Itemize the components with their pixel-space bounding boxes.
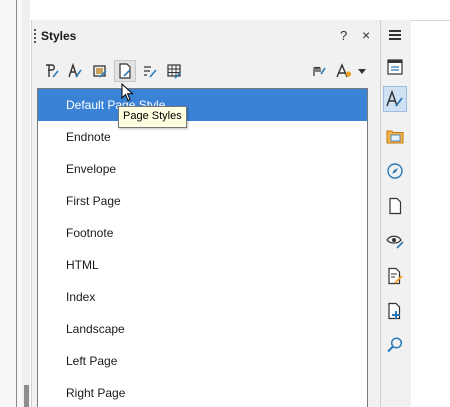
list-item[interactable]: First Page: [38, 185, 367, 217]
list-item[interactable]: Right Page: [38, 377, 367, 407]
document-scrollbar-thumb[interactable]: [24, 385, 29, 407]
mouse-pointer-icon: [121, 83, 134, 102]
tab-manage-changes[interactable]: [383, 263, 407, 289]
character-styles-button[interactable]: [64, 60, 86, 82]
fill-format-mode-icon: [313, 66, 326, 76]
table-styles-button[interactable]: [163, 60, 185, 82]
page-icon: [389, 197, 402, 215]
sidebar-menu-button[interactable]: [387, 27, 403, 43]
tab-styles[interactable]: [383, 86, 407, 112]
panel-title: Styles: [41, 29, 77, 43]
list-item[interactable]: Index: [38, 281, 367, 313]
frame-styles-icon: [93, 65, 107, 78]
style-inspector-icon: [386, 235, 404, 249]
tab-style-inspector[interactable]: [383, 228, 407, 254]
fill-format-mode-button[interactable]: [308, 60, 330, 82]
document-scrollbar[interactable]: [22, 0, 30, 407]
tab-find[interactable]: [383, 332, 407, 358]
tab-page[interactable]: [383, 193, 407, 219]
list-item[interactable]: Left Page: [38, 345, 367, 377]
list-styles-button[interactable]: [139, 60, 161, 82]
gallery-icon: [386, 130, 404, 144]
list-item[interactable]: Default Page Style: [38, 89, 367, 121]
navigator-icon: [387, 163, 403, 179]
close-button[interactable]: ×: [362, 27, 370, 43]
list-item[interactable]: HTML: [38, 249, 367, 281]
styles-icon: [386, 89, 403, 107]
paragraph-styles-button[interactable]: [41, 60, 63, 82]
tab-gallery[interactable]: [383, 123, 407, 149]
page-styles-button[interactable]: [114, 60, 136, 82]
new-style-button[interactable]: [333, 60, 355, 82]
tab-design[interactable]: [383, 298, 407, 324]
list-styles-icon: [144, 66, 157, 78]
tab-navigator[interactable]: [383, 158, 407, 184]
tooltip: Page Styles: [118, 106, 187, 128]
tab-properties[interactable]: [383, 54, 407, 80]
design-icon: [388, 302, 401, 320]
page-styles-icon: [119, 63, 131, 79]
document-edge: [16, 0, 17, 407]
properties-icon: [387, 59, 403, 75]
chevron-down-icon[interactable]: [358, 69, 366, 74]
table-styles-icon: [167, 64, 181, 79]
character-styles-icon: [68, 62, 82, 78]
paragraph-styles-icon: [46, 64, 59, 78]
list-item[interactable]: Footnote: [38, 217, 367, 249]
styles-list[interactable]: Default Page Style Endnote Envelope Firs…: [37, 88, 368, 407]
new-style-icon: [336, 63, 352, 78]
manage-changes-icon: [388, 267, 403, 285]
list-item[interactable]: Landscape: [38, 313, 367, 345]
panel-grip-handle[interactable]: [34, 29, 36, 43]
find-icon: [387, 337, 403, 353]
list-item[interactable]: Envelope: [38, 153, 367, 185]
window-divider: [410, 20, 450, 21]
frame-styles-button[interactable]: [89, 60, 111, 82]
list-item[interactable]: Endnote: [38, 121, 367, 153]
help-button[interactable]: ?: [340, 28, 347, 43]
